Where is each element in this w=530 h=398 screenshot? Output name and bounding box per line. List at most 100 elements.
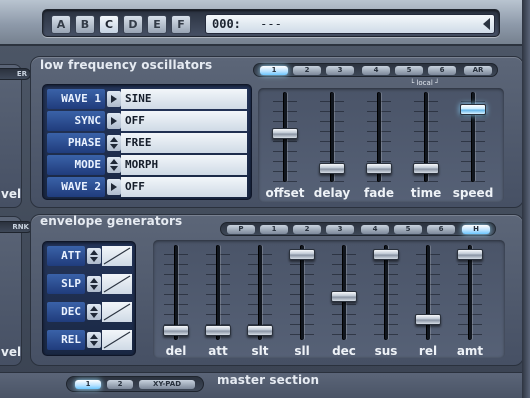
env-tab-4[interactable]: 4 (361, 225, 389, 234)
play-triangle-icon[interactable] (107, 179, 121, 195)
curve-shape-icon (102, 274, 132, 294)
lfo-tab-4[interactable]: 4 (362, 66, 390, 75)
slider-knob[interactable] (272, 128, 298, 139)
envelope-tab-strip: P 1 2 3 4 5 6 H (220, 222, 496, 236)
slider-knob[interactable] (415, 314, 441, 325)
lfo-slider-speed[interactable] (458, 92, 488, 182)
preset-menu-arrow-icon[interactable] (483, 18, 490, 30)
lfo-slider-delay[interactable] (317, 92, 347, 182)
envelope-title: envelope generators (40, 214, 183, 228)
master-tab-1[interactable]: 1 (75, 380, 101, 389)
lfo-slider-label: time (410, 186, 442, 200)
env-tab-p[interactable]: P (227, 225, 255, 234)
slider-knob[interactable] (366, 163, 392, 174)
lfo-tab-5[interactable]: 5 (395, 66, 423, 75)
lfo-slider-label: offset (265, 186, 305, 200)
stepper-arrows-icon[interactable] (87, 332, 101, 348)
lfo-tab-strip: 1 2 3 4 5 6 AR (253, 63, 498, 77)
slider-knob[interactable] (373, 249, 399, 260)
lfo-tab-1[interactable]: 1 (260, 66, 288, 75)
envelope-param-display: ATT SLP DEC REL (42, 241, 136, 356)
left-label-bottom: vel (1, 345, 22, 359)
left-panel-fragment-top: ER vel (0, 64, 31, 208)
lfo-slider-time[interactable] (411, 92, 441, 182)
stepper-arrows-icon[interactable] (87, 276, 101, 292)
master-tab-2[interactable]: 2 (107, 380, 133, 389)
preset-bar: A B C D E F 000: --- (0, 0, 530, 46)
slider-knob[interactable] (163, 325, 189, 336)
lfo-tab-2[interactable]: 2 (293, 66, 321, 75)
lfo-slider-label: fade (363, 186, 395, 200)
lfo-param-value[interactable]: FREE (121, 133, 247, 153)
lfo-slider-fade[interactable] (364, 92, 394, 182)
slot-e-button[interactable]: E (147, 15, 167, 34)
lfo-tab-ar[interactable]: AR (464, 66, 492, 75)
env-tab-1[interactable]: 1 (260, 225, 288, 234)
env-slider-label: amt (456, 344, 484, 358)
slider-track[interactable] (426, 245, 430, 340)
slider-knob[interactable] (331, 291, 357, 302)
slider-knob[interactable] (247, 325, 273, 336)
left-tab-top[interactable]: ER (0, 68, 31, 80)
env-slider-rel[interactable] (413, 245, 443, 340)
slot-a-button[interactable]: A (51, 15, 71, 34)
preset-selector: A B C D E F 000: --- (42, 9, 500, 37)
left-panel-fragment-bottom: RNK vel (0, 216, 33, 366)
slider-knob[interactable] (413, 163, 439, 174)
local-label-text: local (416, 79, 433, 87)
slot-c-button[interactable]: C (99, 15, 119, 34)
preset-display[interactable]: 000: --- (205, 14, 495, 34)
env-slider-att[interactable] (203, 245, 233, 340)
lfo-param-value[interactable]: MORPH (121, 155, 247, 175)
env-slider-label: slt (251, 344, 269, 358)
stepper-arrows-icon[interactable] (87, 248, 101, 264)
lfo-slider-label: speed (452, 186, 494, 200)
env-slider-label: dec (332, 344, 356, 358)
slot-b-button[interactable]: B (75, 15, 95, 34)
play-triangle-icon[interactable] (107, 113, 121, 129)
slider-knob[interactable] (289, 249, 315, 260)
stepper-arrows-icon[interactable] (87, 304, 101, 320)
env-slider-label: att (208, 344, 228, 358)
env-param-label: SLP (47, 274, 85, 294)
stepper-arrows-icon[interactable] (107, 157, 121, 173)
curve-shape-icon (102, 330, 132, 350)
lfo-param-display: WAVE 1 SINE SYNC OFF PHASE FREE MODE MORPH WAVE … (42, 84, 252, 200)
env-slider-dec[interactable] (329, 245, 359, 340)
stepper-arrows-icon[interactable] (107, 135, 121, 151)
env-slider-amt[interactable] (455, 245, 485, 340)
lfo-param-label: WAVE 1 (47, 89, 105, 109)
slider-knob[interactable] (319, 163, 345, 174)
master-tab-strip: 1 2 XY-PAD (66, 376, 204, 392)
synth-panel: A B C D E F 000: --- ER vel RNK vel low … (0, 0, 530, 398)
lfo-title: low frequency oscillators (40, 58, 213, 72)
env-slider-slt[interactable] (245, 245, 275, 340)
preset-name: --- (260, 17, 282, 31)
lfo-param-label: SYNC (47, 111, 105, 131)
env-slider-sus[interactable] (371, 245, 401, 340)
env-tab-6[interactable]: 6 (427, 225, 455, 234)
env-tab-5[interactable]: 5 (394, 225, 422, 234)
left-tab-bottom[interactable]: RNK (0, 221, 33, 233)
slider-knob[interactable] (457, 249, 483, 260)
lfo-param-value[interactable]: OFF (121, 177, 247, 197)
slider-knob[interactable] (205, 325, 231, 336)
lfo-param-value[interactable]: SINE (121, 89, 247, 109)
env-param-label: DEC (47, 302, 85, 322)
master-tab-xy-pad[interactable]: XY-PAD (139, 380, 195, 389)
lfo-tab-3[interactable]: 3 (326, 66, 354, 75)
lfo-slider-offset[interactable] (270, 92, 300, 182)
env-tab-h[interactable]: H (462, 225, 490, 234)
slider-knob[interactable] (460, 104, 486, 115)
play-triangle-icon[interactable] (107, 91, 121, 107)
env-slider-label: sll (294, 344, 310, 358)
slot-f-button[interactable]: F (171, 15, 191, 34)
env-tab-2[interactable]: 2 (293, 225, 321, 234)
lfo-param-value[interactable]: OFF (121, 111, 247, 131)
env-tab-3[interactable]: 3 (326, 225, 354, 234)
slot-d-button[interactable]: D (123, 15, 143, 34)
env-param-label: REL (47, 330, 85, 350)
lfo-tab-6[interactable]: 6 (428, 66, 456, 75)
env-slider-del[interactable] (161, 245, 191, 340)
env-slider-sll[interactable] (287, 245, 317, 340)
